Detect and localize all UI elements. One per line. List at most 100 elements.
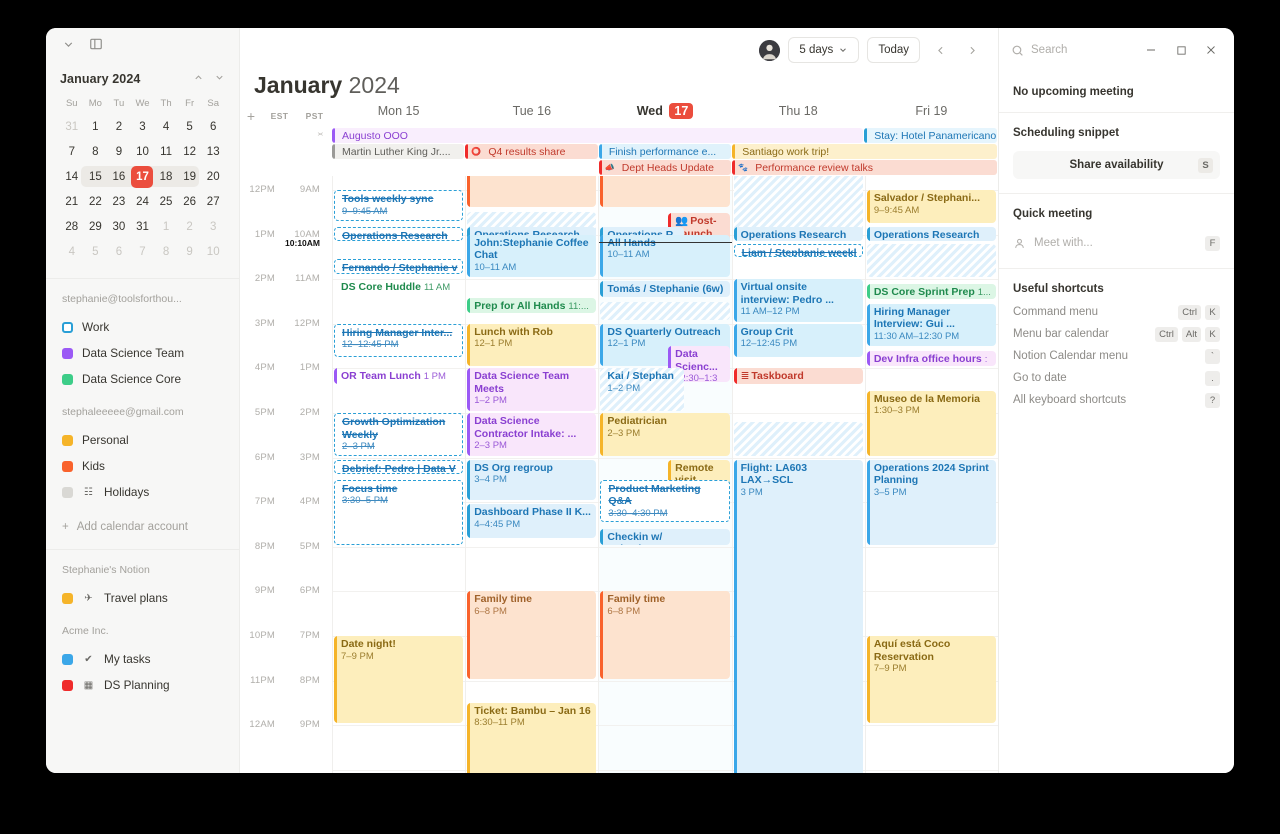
- mini-calendar-day[interactable]: 3: [131, 114, 155, 139]
- integration-item-travel-plans[interactable]: ✈ Travel plans: [62, 585, 223, 611]
- calendar-event[interactable]: 8–9 AM: [467, 176, 597, 207]
- all-day-event[interactable]: Martin Luther King Jr....: [332, 144, 465, 159]
- calendar-event[interactable]: Liam / Stephanie weekl: [733, 243, 863, 258]
- day-header-thu[interactable]: Thu 18: [732, 104, 865, 128]
- day-header-mon[interactable]: Mon 15: [332, 104, 465, 128]
- mini-calendar-day[interactable]: 4: [154, 114, 178, 139]
- collapse-all-day-icon[interactable]: ⨯: [316, 131, 324, 138]
- mini-calendar-day[interactable]: 14: [60, 164, 84, 189]
- calendar-event[interactable]: Family time 6–8 PM: [600, 591, 730, 679]
- calendar-color-swatch[interactable]: [62, 347, 73, 359]
- calendar-event[interactable]: DS Org regroup 3–4 PM: [467, 459, 597, 501]
- calendar-grid-scroll[interactable]: 12PM 9AM 1PM 10AM 2PM 11AM 3PM 12PM 4PM 1PM 5PM 2PM…: [240, 176, 998, 773]
- search-input[interactable]: Search: [1011, 44, 1132, 57]
- all-day-event[interactable]: Stay: Hotel Panamericano: [864, 128, 997, 143]
- calendar-event[interactable]: Flight: LA603 LAX→SCL 3 PM: [733, 459, 863, 773]
- mini-calendar-day[interactable]: 31: [131, 214, 155, 239]
- mini-calendar-day[interactable]: 2: [178, 214, 202, 239]
- mini-calendar-day[interactable]: 11: [154, 139, 178, 164]
- calendar-event[interactable]: Tools weekly sync 9–9:45 AM: [334, 190, 464, 222]
- chevron-down-icon[interactable]: [62, 38, 75, 51]
- mini-calendar-day[interactable]: 24: [131, 189, 155, 214]
- all-day-event[interactable]: Augusto OOO: [332, 128, 864, 143]
- day-column-fri[interactable]: Salvador / Stephani... 9–9:45 AM Operation…: [864, 176, 998, 773]
- mini-calendar-day[interactable]: 13: [201, 139, 225, 164]
- mini-calendar-day[interactable]: 21: [60, 189, 84, 214]
- calendar-color-swatch[interactable]: [62, 592, 73, 604]
- mini-calendar-day[interactable]: 3: [201, 214, 225, 239]
- mini-calendar-day[interactable]: 27: [201, 189, 225, 214]
- calendar-event[interactable]: Data Science Team Meets 1–2 PM: [467, 368, 597, 411]
- avatar[interactable]: [759, 39, 781, 61]
- minimize-button[interactable]: [1140, 39, 1162, 61]
- calendar-event[interactable]: Debrief: Pedro | Data V: [334, 459, 464, 475]
- mini-calendar-day[interactable]: 8: [154, 239, 178, 264]
- day-column-mon[interactable]: Tools weekly sync 9–9:45 AM Operations Res…: [332, 176, 466, 773]
- calendar-event[interactable]: Dev Infra office hours:: [866, 350, 997, 367]
- mini-calendar-day[interactable]: 30: [107, 214, 131, 239]
- calendar-item-data-science-team[interactable]: Data Science Team: [62, 340, 223, 366]
- calendar-event[interactable]: Lunch with Rob 12–1 PM: [467, 323, 597, 367]
- mini-calendar-day[interactable]: 10: [131, 139, 155, 164]
- calendar-event[interactable]: ≣Taskboard Checkin1...: [733, 368, 863, 385]
- day-column-thu[interactable]: Operations Research St: Liam / Stephanie …: [731, 176, 865, 773]
- calendar-color-swatch[interactable]: [62, 460, 73, 472]
- mini-calendar-day[interactable]: 7: [60, 139, 84, 164]
- mini-calendar-day[interactable]: 10: [201, 239, 225, 264]
- calendar-color-swatch[interactable]: [62, 679, 73, 691]
- mini-calendar-day[interactable]: 9: [178, 239, 202, 264]
- shortcut-row[interactable]: All keyboard shortcuts?: [1013, 389, 1220, 411]
- mini-calendar-day[interactable]: 9: [107, 139, 131, 164]
- mini-calendar-day[interactable]: 8: [84, 139, 108, 164]
- calendar-event[interactable]: [866, 243, 997, 278]
- shortcut-row[interactable]: Notion Calendar menu `: [1013, 345, 1220, 367]
- calendar-event[interactable]: Hiring Manager Interview: Gui ... 11:30 A…: [866, 303, 997, 347]
- add-calendar-account-button[interactable]: + Add calendar account: [46, 505, 239, 533]
- mini-cal-prev-icon[interactable]: [193, 70, 204, 88]
- calendar-event[interactable]: Prep for All Hands 11:...: [467, 297, 597, 313]
- calendar-event[interactable]: DS Core Huddle 11 AM: [334, 279, 463, 294]
- maximize-button[interactable]: [1170, 39, 1192, 61]
- calendar-event[interactable]: Family time 6–8 PM: [467, 591, 597, 679]
- mini-cal-next-icon[interactable]: [214, 70, 225, 88]
- calendar-event[interactable]: 8–9 AM: [600, 176, 730, 207]
- add-event-button[interactable]: +: [240, 108, 262, 124]
- prev-period-button[interactable]: [928, 38, 952, 62]
- calendar-event[interactable]: Aquí está Coco Reservation 7–9 PM: [866, 636, 997, 724]
- share-availability-button[interactable]: Share availability S: [1013, 151, 1220, 179]
- calendar-event[interactable]: Kai / Stephan 1–2 PM: [600, 368, 685, 411]
- mini-calendar-day[interactable]: 17: [131, 164, 155, 189]
- shortcut-row[interactable]: Menu bar calendar Ctrl Alt K: [1013, 323, 1220, 345]
- all-day-event[interactable]: 🐾 Performance review talks: [732, 160, 998, 175]
- calendar-event[interactable]: DS Core Sprint Prep 1...: [866, 283, 997, 300]
- calendar-event[interactable]: Pediatrician 2–3 PM: [600, 413, 730, 456]
- calendar-event[interactable]: Museo de la Memoria 1:30–3 PM: [866, 390, 997, 456]
- day-column-wed[interactable]: 8–9 AM👥Post-Launch...9–10 AMOperations R…: [598, 176, 732, 773]
- mini-calendar-day[interactable]: 2: [107, 114, 131, 139]
- mini-calendar-day[interactable]: 1: [84, 114, 108, 139]
- day-header-wed[interactable]: Wed 17: [598, 103, 731, 128]
- meet-with-input[interactable]: Meet with... F: [1013, 232, 1220, 254]
- calendar-color-swatch[interactable]: [62, 373, 73, 385]
- calendar-event[interactable]: Dashboard Phase II K... 4–4:45 PM: [467, 504, 597, 539]
- day-header-tue[interactable]: Tue 16: [465, 104, 598, 128]
- calendar-event[interactable]: John:Stephanie Coffee Chat 10–11 AM: [467, 234, 597, 278]
- calendar-event[interactable]: Checkin w/ Salvador4...: [600, 528, 730, 545]
- mini-calendar-day[interactable]: 20: [201, 164, 225, 189]
- mini-calendar-day[interactable]: 25: [154, 189, 178, 214]
- calendar-event[interactable]: [600, 301, 730, 320]
- mini-calendar-day[interactable]: 16: [107, 164, 131, 189]
- mini-calendar-day[interactable]: 15: [84, 164, 108, 189]
- all-day-event[interactable]: Santiago work trip!: [732, 144, 998, 159]
- calendar-item-kids[interactable]: Kids: [62, 453, 223, 479]
- calendar-event[interactable]: [733, 421, 863, 456]
- calendar-event[interactable]: Date night! 7–9 PM: [334, 636, 464, 724]
- calendar-event[interactable]: Data Science Contractor Intake: ... 2–3 P…: [467, 413, 597, 456]
- mini-calendar-day[interactable]: 22: [84, 189, 108, 214]
- calendar-color-swatch[interactable]: [62, 434, 73, 446]
- calendar-event[interactable]: Growth Optimization Weekly 2–3 PM: [334, 413, 464, 456]
- calendar-item-data-science-core[interactable]: Data Science Core: [62, 366, 223, 392]
- next-period-button[interactable]: [960, 38, 984, 62]
- calendar-event[interactable]: Salvador / Stephani... 9–9:45 AM: [866, 190, 997, 223]
- calendar-event[interactable]: OR Team Lunch 1 PM: [334, 368, 463, 385]
